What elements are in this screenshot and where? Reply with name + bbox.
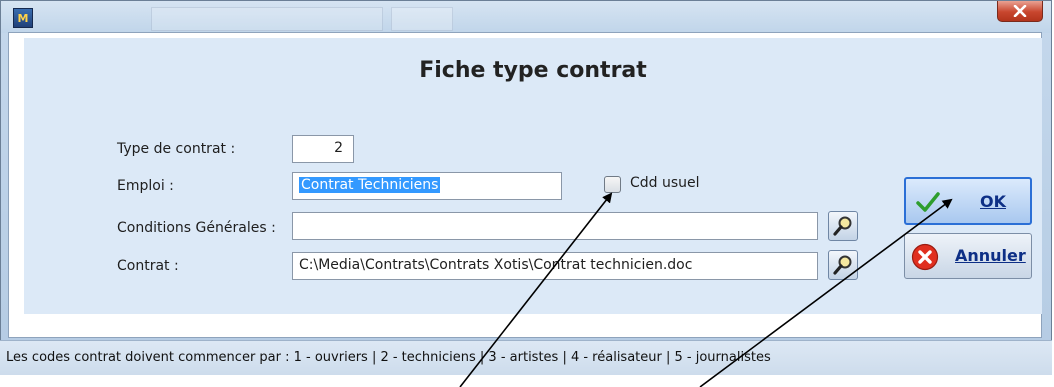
annotation-arrows — [459, 192, 953, 387]
arrow-to-checkbox — [459, 192, 613, 387]
arrow-to-ok-button — [699, 198, 953, 387]
